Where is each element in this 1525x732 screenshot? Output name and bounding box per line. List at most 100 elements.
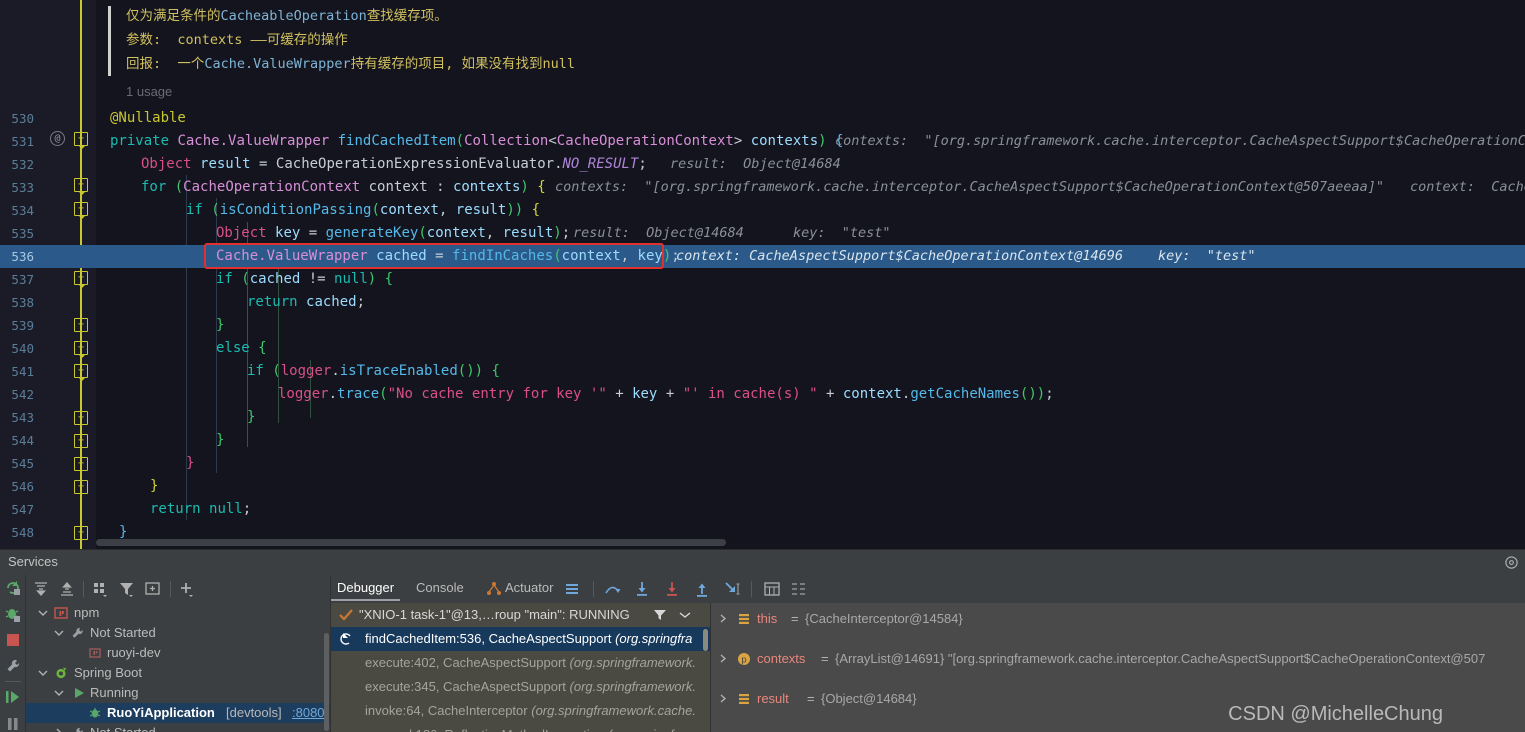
services-toolbar[interactable]	[26, 575, 330, 603]
frame-row[interactable]: invoke:64, CacheInterceptor (org.springf…	[331, 699, 710, 723]
pause-program-icon[interactable]	[4, 715, 22, 732]
debug-tool-window[interactable]: npm Not Started ruoyi-dev Spring Boot Ru…	[0, 575, 1525, 732]
code-line[interactable]: 542 logger.trace("No cache entry for key…	[0, 383, 1525, 406]
tab-console[interactable]: Console	[416, 580, 464, 595]
code-editor[interactable]: 仅为满足条件的CacheableOperation查找缓存项。 参数: cont…	[0, 0, 1525, 549]
add-service-icon[interactable]	[178, 580, 196, 598]
call-stack-frames[interactable]: "XNIO-1 task-1"@13,…roup "main": RUNNING…	[331, 603, 710, 732]
run-control-rail[interactable]	[0, 575, 26, 732]
expand-all-icon[interactable]	[32, 580, 50, 598]
line-number: 534	[0, 199, 34, 222]
chevron-right-icon[interactable]	[719, 654, 728, 663]
svg-text:p: p	[741, 655, 746, 665]
tree-item-npm[interactable]: npm	[26, 603, 330, 623]
frame-row[interactable]: execute:402, CacheAspectSupport (org.spr…	[331, 651, 710, 675]
tree-item-spring-not-started[interactable]: Not Started	[26, 723, 330, 732]
tree-item-spring-boot[interactable]: Spring Boot	[26, 663, 330, 683]
evaluate-expression-icon[interactable]	[763, 580, 781, 598]
tree-item-ruoyi-dev[interactable]: ruoyi-dev	[26, 643, 330, 663]
tab-actuator[interactable]: Actuator	[505, 580, 553, 595]
variable-row[interactable]: p contexts = {ArrayList@14691} "[org.spr…	[711, 649, 1525, 669]
run-to-cursor-icon[interactable]	[723, 580, 741, 598]
tree-item-port-link[interactable]: :8080/	[292, 703, 328, 723]
code-line[interactable]: 540 else {	[0, 337, 1525, 360]
code-line[interactable]: 532 Object result = CacheOperationExpres…	[0, 153, 1525, 176]
filter-icon[interactable]	[118, 580, 136, 598]
code-line[interactable]: 544 }	[0, 429, 1525, 452]
chevron-down-icon[interactable]	[679, 611, 691, 619]
usage-count-label[interactable]: 1 usage	[126, 84, 172, 99]
services-tree-scrollbar[interactable]	[324, 633, 329, 731]
frame-row[interactable]: findCachedItem:536, CacheAspectSupport (…	[331, 627, 710, 651]
chevron-right-icon[interactable]	[719, 614, 728, 623]
code-line[interactable]: 538 return cached;	[0, 291, 1525, 314]
chevron-down-icon[interactable]	[54, 688, 64, 698]
code-line[interactable]: 546 }	[0, 475, 1525, 498]
frame-row[interactable]: proceed:186, ReflectiveMethodInvocation …	[331, 723, 710, 732]
line-number: 535	[0, 222, 34, 245]
tree-item-ruoyi-application[interactable]: RuoYiApplication [devtools] :8080/	[26, 703, 330, 723]
code-line[interactable]: 533 for (CacheOperationContext context :…	[0, 176, 1525, 199]
code-line[interactable]: 547 return null;	[0, 498, 1525, 521]
filter-icon[interactable]	[653, 608, 667, 622]
debugger-tab-bar[interactable]: Debugger Console Actuator	[331, 575, 1525, 603]
chevron-down-icon[interactable]	[54, 628, 64, 638]
tree-item-label: Spring Boot	[74, 663, 142, 683]
code-line[interactable]: 537 if (cached != null) {	[0, 268, 1525, 291]
code-text: }	[247, 406, 255, 429]
settings-wrench-icon[interactable]	[4, 657, 22, 675]
chevron-right-icon[interactable]	[719, 694, 728, 703]
chevron-down-icon[interactable]	[38, 608, 48, 618]
parameter-icon: p	[737, 652, 751, 666]
code-text: else {	[216, 337, 267, 360]
collapse-all-icon[interactable]	[58, 580, 76, 598]
thread-selector[interactable]: "XNIO-1 task-1"@13,…roup "main": RUNNING	[331, 603, 710, 627]
step-into-icon[interactable]	[633, 580, 651, 598]
variable-row[interactable]: this = {CacheInterceptor@14584}	[711, 609, 1525, 629]
tree-item-running[interactable]: Running	[26, 683, 330, 703]
code-line[interactable]: 545 }	[0, 452, 1525, 475]
tab-debugger[interactable]: Debugger	[337, 580, 394, 595]
add-tab-icon[interactable]	[144, 580, 162, 598]
chevron-down-icon[interactable]	[38, 668, 48, 678]
code-line[interactable]: 531 private Cache.ValueWrapper findCache…	[0, 130, 1525, 153]
code-text: Cache.ValueWrapper cached = findInCaches…	[216, 245, 680, 268]
hint-value: Object@14684	[646, 225, 744, 241]
ide-window: 仅为满足条件的CacheableOperation查找缓存项。 参数: cont…	[0, 0, 1525, 732]
chevron-right-icon[interactable]	[54, 728, 64, 732]
gear-icon[interactable]	[1504, 555, 1519, 570]
step-out-icon[interactable]	[693, 580, 711, 598]
inline-hint: key: "test"	[793, 222, 891, 245]
editor-horizontal-scrollbar[interactable]	[96, 539, 726, 546]
variable-equals: =	[821, 649, 829, 669]
line-number: 542	[0, 383, 34, 406]
group-by-icon[interactable]	[92, 580, 110, 598]
force-step-into-icon[interactable]	[663, 580, 681, 598]
stop-icon[interactable]	[4, 631, 22, 649]
debug-icon[interactable]	[4, 605, 22, 623]
rail-divider	[5, 681, 21, 682]
javadoc-type-link[interactable]: CacheableOperation	[221, 8, 367, 24]
tree-item-label: npm	[74, 603, 99, 623]
code-line[interactable]: 539 }	[0, 314, 1525, 337]
code-line[interactable]: 543 }	[0, 406, 1525, 429]
current-execution-line[interactable]: 536 Cache.ValueWrapper cached = findInCa…	[0, 245, 1525, 268]
code-line[interactable]: 534 if (isConditionPassing(context, resu…	[0, 199, 1525, 222]
code-text: if (isConditionPassing(context, result))…	[186, 199, 540, 222]
variables-view-icon[interactable]	[789, 580, 807, 598]
tree-item-npm-not-started[interactable]: Not Started	[26, 623, 330, 643]
code-line[interactable]: 530 @Nullable	[0, 107, 1525, 130]
frames-scrollbar[interactable]	[703, 629, 708, 651]
frame-row[interactable]: execute:345, CacheAspectSupport (org.spr…	[331, 675, 710, 699]
services-tool-window-header[interactable]: Services	[0, 549, 1525, 575]
resume-program-icon[interactable]	[4, 688, 22, 706]
rerun-icon[interactable]	[4, 579, 22, 597]
npm-small-icon	[88, 646, 102, 660]
services-tree[interactable]: npm Not Started ruoyi-dev Spring Boot Ru…	[26, 603, 330, 732]
code-line[interactable]: 541 if (logger.isTraceEnabled()) {	[0, 360, 1525, 383]
inline-hint: context: CacheAs	[1410, 176, 1525, 199]
code-line[interactable]: 535 Object key = generateKey(context, re…	[0, 222, 1525, 245]
javadoc-type-link[interactable]: Cache.ValueWrapper	[204, 56, 350, 72]
step-over-icon[interactable]	[603, 580, 621, 598]
layout-menu-icon[interactable]	[563, 580, 581, 598]
